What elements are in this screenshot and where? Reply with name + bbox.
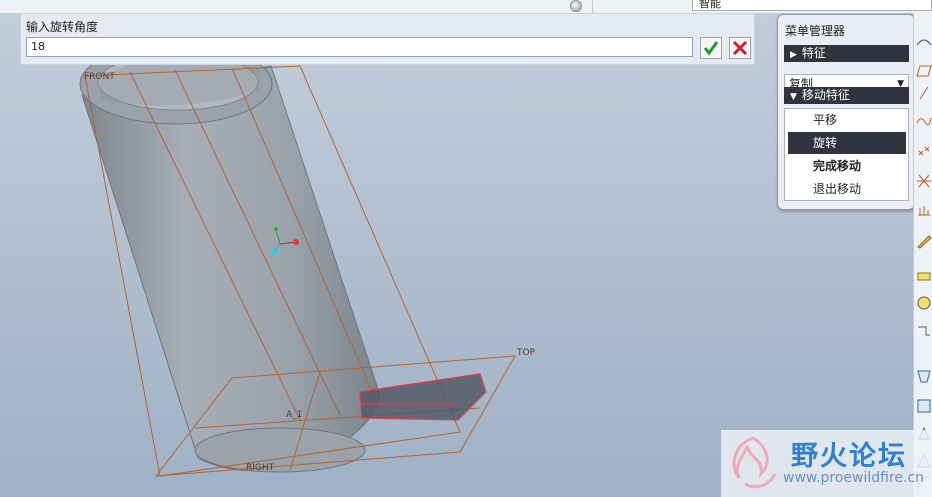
angle-input-bar: 输入旋转角度 18 xyxy=(20,13,755,65)
datum-axis-icon[interactable] xyxy=(916,85,932,101)
menu-section-feature-label: 特征 xyxy=(801,46,826,60)
brand-name: 野火论坛 xyxy=(791,441,907,472)
top-status-strip: 智能 xyxy=(0,0,932,14)
red-x-icon xyxy=(732,40,748,56)
triangle-down-icon: ▼ xyxy=(790,92,797,102)
datum-label-right: RIGHT xyxy=(246,463,275,473)
menu-item-rotate[interactable]: 旋转 xyxy=(788,132,906,154)
selected-rotate-feature[interactable] xyxy=(359,373,487,421)
angle-prompt-label: 输入旋转角度 xyxy=(26,20,99,34)
green-check-icon xyxy=(703,41,719,56)
datum-label-front: FRONT xyxy=(84,72,115,82)
sweep-icon[interactable] xyxy=(916,323,932,339)
status-indicator-icon xyxy=(570,0,582,12)
menu-section-move[interactable]: ▼ 移动特征 xyxy=(784,87,909,104)
triangle-right-icon: ▶ xyxy=(790,50,797,60)
menu-item-done-move[interactable]: 完成移动 xyxy=(785,155,908,177)
menu-section-move-label: 移动特征 xyxy=(801,88,850,102)
pencil-icon[interactable] xyxy=(916,233,932,249)
watermark: 野火论坛 www.proewildfire.cn xyxy=(721,430,932,497)
menu-item-quit-move[interactable]: 退出移动 xyxy=(785,178,908,200)
axis-label: A_1 xyxy=(286,410,303,420)
revolve-icon[interactable] xyxy=(916,295,932,311)
datum-plane-icon[interactable] xyxy=(916,63,932,79)
move-feature-list: 平移 旋转 完成移动 退出移动 xyxy=(784,108,909,201)
hole-icon[interactable] xyxy=(916,368,932,384)
menu-item-translate[interactable]: 平移 xyxy=(785,109,908,131)
brand-url: www.proewildfire.cn xyxy=(783,470,925,486)
selection-filter-field[interactable]: 智能 xyxy=(692,0,932,11)
csys-icon[interactable] xyxy=(916,173,932,189)
cylinder-body[interactable] xyxy=(79,43,381,473)
menu-section-feature[interactable]: ▶ 特征 xyxy=(784,45,909,62)
fire-logo-icon xyxy=(732,436,777,489)
menu-manager-title: 菜单管理器 xyxy=(785,24,846,38)
datum-point-icon[interactable] xyxy=(916,143,932,159)
extrude-icon[interactable] xyxy=(916,268,932,284)
analysis-icon[interactable] xyxy=(916,203,932,219)
angle-input[interactable]: 18 xyxy=(26,37,693,57)
right-toolbar xyxy=(913,13,932,497)
cancel-button[interactable] xyxy=(729,37,751,59)
divider xyxy=(592,0,593,13)
datum-curve-icon[interactable] xyxy=(916,35,932,51)
menu-manager: 菜单管理器 ▶ 特征 复制 ▼ ▼ 移动特征 平移 旋转 完成移动 退出移动 xyxy=(777,14,915,210)
sketch-curve-icon[interactable] xyxy=(916,113,932,129)
datum-label-top: TOP xyxy=(517,348,536,358)
confirm-button[interactable] xyxy=(700,37,722,59)
shell-icon[interactable] xyxy=(916,398,932,414)
